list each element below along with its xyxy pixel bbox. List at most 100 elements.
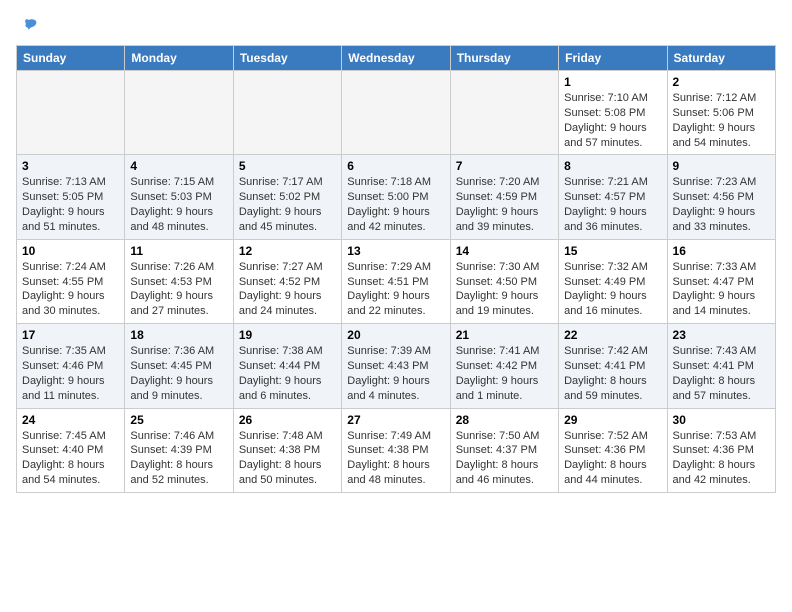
daylight-label: Daylight: 9 hours and 24 minutes. — [239, 290, 322, 317]
day-info: Sunrise: 7:52 AMSunset: 4:36 PMDaylight:… — [564, 429, 661, 488]
daylight-label: Daylight: 9 hours and 39 minutes. — [456, 206, 539, 233]
sunset-label: Sunset: 4:40 PM — [22, 444, 103, 456]
sunset-label: Sunset: 4:50 PM — [456, 276, 537, 288]
sunset-label: Sunset: 5:02 PM — [239, 191, 320, 203]
day-number: 11 — [130, 244, 227, 258]
day-number: 12 — [239, 244, 336, 258]
day-number: 17 — [22, 328, 119, 342]
col-thursday: Thursday — [450, 46, 558, 71]
sunrise-label: Sunrise: 7:23 AM — [673, 176, 757, 188]
sunset-label: Sunset: 4:38 PM — [347, 444, 428, 456]
table-row: 20Sunrise: 7:39 AMSunset: 4:43 PMDayligh… — [342, 324, 450, 408]
sunrise-label: Sunrise: 7:42 AM — [564, 345, 648, 357]
col-wednesday: Wednesday — [342, 46, 450, 71]
day-number: 15 — [564, 244, 661, 258]
sunrise-label: Sunrise: 7:49 AM — [347, 430, 431, 442]
table-row: 23Sunrise: 7:43 AMSunset: 4:41 PMDayligh… — [667, 324, 775, 408]
day-info: Sunrise: 7:23 AMSunset: 4:56 PMDaylight:… — [673, 175, 770, 234]
table-row: 13Sunrise: 7:29 AMSunset: 4:51 PMDayligh… — [342, 239, 450, 323]
day-info: Sunrise: 7:18 AMSunset: 5:00 PMDaylight:… — [347, 175, 444, 234]
sunrise-label: Sunrise: 7:18 AM — [347, 176, 431, 188]
sunrise-label: Sunrise: 7:20 AM — [456, 176, 540, 188]
sunset-label: Sunset: 4:41 PM — [673, 360, 754, 372]
sunset-label: Sunset: 4:43 PM — [347, 360, 428, 372]
table-row: 6Sunrise: 7:18 AMSunset: 5:00 PMDaylight… — [342, 155, 450, 239]
day-number: 9 — [673, 159, 770, 173]
day-number: 14 — [456, 244, 553, 258]
day-info: Sunrise: 7:27 AMSunset: 4:52 PMDaylight:… — [239, 260, 336, 319]
sunset-label: Sunset: 4:53 PM — [130, 276, 211, 288]
table-row: 21Sunrise: 7:41 AMSunset: 4:42 PMDayligh… — [450, 324, 558, 408]
col-tuesday: Tuesday — [233, 46, 341, 71]
sunrise-label: Sunrise: 7:48 AM — [239, 430, 323, 442]
sunrise-label: Sunrise: 7:10 AM — [564, 92, 648, 104]
sunrise-label: Sunrise: 7:15 AM — [130, 176, 214, 188]
table-row: 7Sunrise: 7:20 AMSunset: 4:59 PMDaylight… — [450, 155, 558, 239]
sunrise-label: Sunrise: 7:32 AM — [564, 261, 648, 273]
sunset-label: Sunset: 5:08 PM — [564, 107, 645, 119]
day-number: 4 — [130, 159, 227, 173]
day-number: 30 — [673, 413, 770, 427]
day-number: 1 — [564, 75, 661, 89]
day-info: Sunrise: 7:50 AMSunset: 4:37 PMDaylight:… — [456, 429, 553, 488]
table-row: 9 Sunrise: 7:23 AMSunset: 4:56 PMDaylight… — [667, 155, 775, 239]
daylight-label: Daylight: 8 hours and 57 minutes. — [673, 375, 756, 402]
day-info: Sunrise: 7:39 AMSunset: 4:43 PMDaylight:… — [347, 344, 444, 403]
table-row — [342, 71, 450, 155]
table-row: 16Sunrise: 7:33 AMSunset: 4:47 PMDayligh… — [667, 239, 775, 323]
sunset-label: Sunset: 5:03 PM — [130, 191, 211, 203]
sunset-label: Sunset: 4:47 PM — [673, 276, 754, 288]
daylight-label: Daylight: 8 hours and 52 minutes. — [130, 459, 213, 486]
sunrise-label: Sunrise: 7:38 AM — [239, 345, 323, 357]
calendar-week-row: 10Sunrise: 7:24 AMSunset: 4:55 PMDayligh… — [17, 239, 776, 323]
sunrise-label: Sunrise: 7:45 AM — [22, 430, 106, 442]
sunset-label: Sunset: 4:38 PM — [239, 444, 320, 456]
sunrise-label: Sunrise: 7:36 AM — [130, 345, 214, 357]
calendar-week-row: 3Sunrise: 7:13 AMSunset: 5:05 PMDaylight… — [17, 155, 776, 239]
daylight-label: Daylight: 9 hours and 4 minutes. — [347, 375, 430, 402]
day-info: Sunrise: 7:36 AMSunset: 4:45 PMDaylight:… — [130, 344, 227, 403]
calendar-week-row: 24Sunrise: 7:45 AMSunset: 4:40 PMDayligh… — [17, 408, 776, 492]
day-number: 26 — [239, 413, 336, 427]
sunset-label: Sunset: 4:44 PM — [239, 360, 320, 372]
daylight-label: Daylight: 9 hours and 19 minutes. — [456, 290, 539, 317]
table-row — [450, 71, 558, 155]
calendar-week-row: 17Sunrise: 7:35 AMSunset: 4:46 PMDayligh… — [17, 324, 776, 408]
table-row: 12 Sunrise: 7:27 AMSunset: 4:52 PMDayligh… — [233, 239, 341, 323]
daylight-label: Daylight: 9 hours and 51 minutes. — [22, 206, 105, 233]
table-row: 19Sunrise: 7:38 AMSunset: 4:44 PMDayligh… — [233, 324, 341, 408]
table-row: 4Sunrise: 7:15 AMSunset: 5:03 PMDaylight… — [125, 155, 233, 239]
sunrise-label: Sunrise: 7:35 AM — [22, 345, 106, 357]
table-row: 14Sunrise: 7:30 AMSunset: 4:50 PMDayligh… — [450, 239, 558, 323]
day-info: Sunrise: 7:49 AMSunset: 4:38 PMDaylight:… — [347, 429, 444, 488]
daylight-label: Daylight: 9 hours and 33 minutes. — [673, 206, 756, 233]
sunrise-label: Sunrise: 7:50 AM — [456, 430, 540, 442]
sunrise-label: Sunrise: 7:17 AM — [239, 176, 323, 188]
sunrise-label: Sunrise: 7:33 AM — [673, 261, 757, 273]
day-info: Sunrise: 7:12 AMSunset: 5:06 PMDaylight:… — [673, 91, 770, 150]
sunset-label: Sunset: 5:06 PM — [673, 107, 754, 119]
day-info: Sunrise: 7:45 AM Sunset: 4:40 PM Daylight:… — [22, 429, 119, 488]
sunrise-label: Sunrise: 7:53 AM — [673, 430, 757, 442]
sunset-label: Sunset: 4:41 PM — [564, 360, 645, 372]
daylight-label: Daylight: 9 hours and 11 minutes. — [22, 375, 105, 402]
daylight-label: Daylight: 9 hours and 27 minutes. — [130, 290, 213, 317]
day-number: 8 — [564, 159, 661, 173]
day-info: Sunrise: 7:42 AMSunset: 4:41 PMDaylight:… — [564, 344, 661, 403]
daylight-label: Daylight: 9 hours and 9 minutes. — [130, 375, 213, 402]
daylight-label: Daylight: 8 hours and 46 minutes. — [456, 459, 539, 486]
table-row: 1Sunrise: 7:10 AMSunset: 5:08 PMDaylight… — [559, 71, 667, 155]
daylight-label: Daylight: 9 hours and 42 minutes. — [347, 206, 430, 233]
sunset-label: Sunset: 4:42 PM — [456, 360, 537, 372]
col-monday: Monday — [125, 46, 233, 71]
daylight-label: Daylight: 8 hours and 42 minutes. — [673, 459, 756, 486]
daylight-label: Daylight: 9 hours and 36 minutes. — [564, 206, 647, 233]
daylight-label: Daylight: 9 hours and 14 minutes. — [673, 290, 756, 317]
day-info: Sunrise: 7:38 AMSunset: 4:44 PMDaylight:… — [239, 344, 336, 403]
table-row: 5Sunrise: 7:17 AMSunset: 5:02 PMDaylight… — [233, 155, 341, 239]
logo — [16, 16, 40, 37]
table-row: 10Sunrise: 7:24 AMSunset: 4:55 PMDayligh… — [17, 239, 125, 323]
table-row: 2Sunrise: 7:12 AMSunset: 5:06 PMDaylight… — [667, 71, 775, 155]
daylight-label: Daylight: 8 hours and 54 minutes. — [22, 459, 105, 486]
table-row: 18Sunrise: 7:36 AMSunset: 4:45 PMDayligh… — [125, 324, 233, 408]
